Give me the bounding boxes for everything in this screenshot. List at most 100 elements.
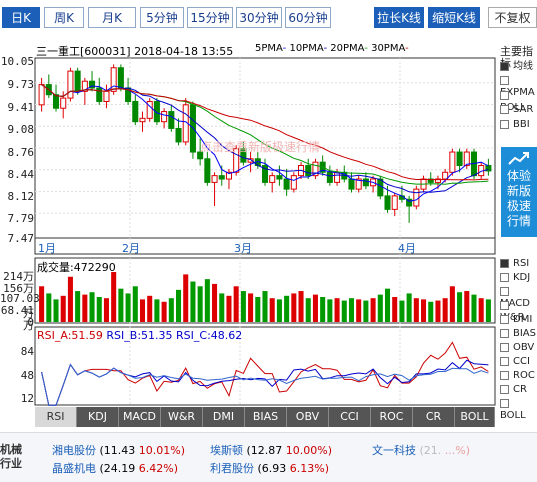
industry-stock-item[interactable]: 文一科技 (21. ...%) [372,442,470,458]
checkbox-icon[interactable] [500,272,509,282]
tab-wr[interactable]: W&R [161,407,203,427]
checkbox-icon[interactable] [500,398,509,408]
volume-bar [190,281,196,322]
checkbox-icon[interactable] [500,75,509,85]
tab-bias[interactable]: BIAS [245,407,287,427]
sub-indicator-kdj[interactable]: KDJ [500,272,530,284]
sub-indicator-boll[interactable]: BOLL [500,398,537,422]
tab-obv[interactable]: OBV [287,407,329,427]
new-quotes-promo[interactable]: 体验 新版 极速 行情 [501,147,537,237]
month-axis-bar [34,237,496,255]
volume-bar [176,289,182,322]
candle-body [74,70,81,92]
tab-macd[interactable]: MACD [119,407,161,427]
checkbox-icon[interactable] [500,328,509,338]
volume-bar [118,288,124,322]
volume-bar [392,297,398,322]
candle-body [413,188,420,207]
candle-body [38,84,45,106]
volume-bar [485,299,491,322]
checkbox-icon[interactable] [500,90,509,100]
volume-bar [464,291,470,322]
volume-label: 成交量:472290 [37,261,116,274]
candle-body [175,127,182,143]
checkbox-icon[interactable] [500,370,509,380]
candle-body [168,111,175,129]
volume-bar [248,293,254,322]
checkbox-icon[interactable] [500,258,509,268]
sub-indicator-cci[interactable]: CCI [500,356,530,368]
watermark-text: 点击查看新版极速行情 [200,140,321,154]
volume-bar [255,297,261,322]
checkbox-icon[interactable] [500,356,509,366]
checkbox-icon[interactable] [500,104,509,114]
volume-bar [421,299,427,322]
rsi-tick: 12 [20,392,34,405]
indicator-option-bbi[interactable]: BBI [500,119,530,131]
candle-body [384,195,391,210]
checkbox-icon[interactable] [500,61,509,71]
industry-label-line: 机械 [0,443,22,456]
month-label-feb: 2月 [122,242,140,255]
industry-label: 机械 行业 [0,443,28,471]
volume-bar [334,298,340,322]
volume-bar [298,291,304,322]
tab-dmi[interactable]: DMI [203,407,245,427]
volume-bar [312,294,318,322]
rsi-b-label: RSI_B:51.35 [106,329,173,342]
volume-bar [320,297,326,322]
candle-body [204,158,211,183]
volume-bar [363,300,369,322]
tab-rsi[interactable]: RSI [35,407,77,427]
industry-stock-item[interactable]: 埃斯顿 (12.87 10.00%) [210,442,332,458]
rsi-c-label: RSI_C:48.62 [176,329,243,342]
volume-bar [276,299,282,322]
candle-body [211,175,218,183]
promo-line: 行情 [506,214,531,228]
candle-body [290,175,297,190]
volume-bar [305,298,311,322]
checkbox-icon[interactable] [500,314,509,324]
checkbox-icon[interactable] [500,119,509,129]
sub-indicator-dmi[interactable]: DMI [500,314,532,326]
industry-stock-item[interactable]: 湘电股份 (11.43 10.01%) [52,442,185,458]
industry-stock-item[interactable]: 利君股份 (6.93 6.13%) [210,460,329,476]
tab-roc[interactable]: ROC [371,407,413,427]
sub-indicator-bias[interactable]: BIAS [500,328,536,340]
sub-indicator-rsi[interactable]: RSI [500,258,529,270]
candle-body [103,90,110,102]
volume-bar [471,294,477,322]
checkbox-icon[interactable] [500,300,509,310]
candle-body [60,97,67,109]
promo-line: 体验 [506,169,531,183]
checkbox-icon[interactable] [500,286,509,296]
indicator-option-ma[interactable]: 均线 [500,61,533,73]
checkbox-icon[interactable] [500,342,509,352]
month-label-mar: 3月 [234,242,252,255]
industry-stock-item[interactable]: 晶盛机电 (24.19 6.42%) [52,460,178,476]
volume-bar [377,294,383,322]
volume-bar [406,293,412,322]
sub-indicator-roc[interactable]: ROC [500,370,535,382]
candle-body [52,94,60,109]
volume-bar [204,279,210,322]
sub-indicator-obv[interactable]: OBV [500,342,534,354]
tab-cr[interactable]: CR [413,407,455,427]
volume-bar [75,291,81,322]
volume-bar [435,300,441,322]
volume-bar [89,292,95,322]
checkbox-icon[interactable] [500,384,509,394]
volume-bar [240,291,246,322]
tab-kdj[interactable]: KDJ [77,407,119,427]
indicator-option-sar[interactable]: SAR [500,104,533,116]
volume-bar [67,276,73,322]
candle-body [161,111,168,123]
tab-boll[interactable]: BOLL [455,407,495,427]
sub-indicator-cr[interactable]: CR [500,384,527,396]
volume-bar [154,299,160,322]
volume-bar [442,298,448,322]
tab-cci[interactable]: CCI [329,407,371,427]
volume-bar [60,295,66,322]
volume-bar [348,298,354,322]
candle-body [110,67,117,92]
